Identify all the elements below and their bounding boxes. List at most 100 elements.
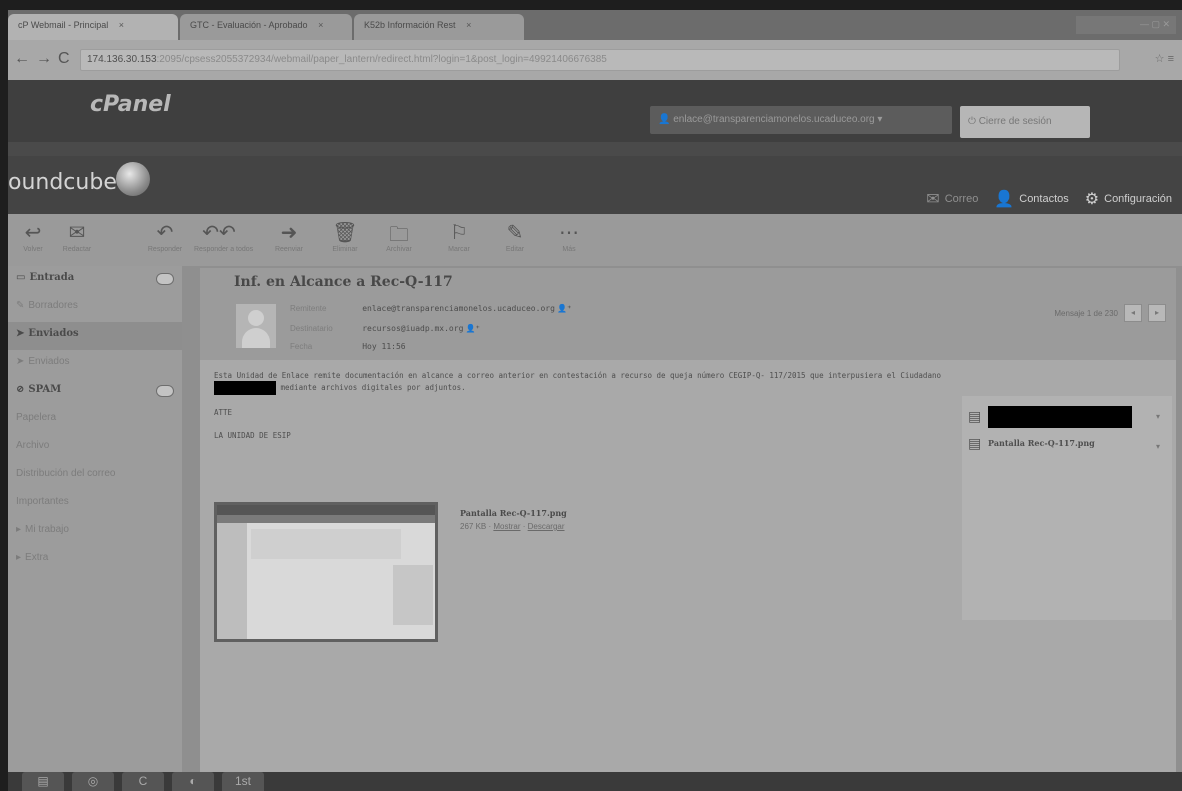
reply-button[interactable]: ↶ Responder [140, 220, 190, 253]
browser-tab-evaluacion[interactable]: GTC - Evaluación - Aprobado × [180, 14, 352, 40]
folder-work[interactable]: ▸ Mi trabajo [8, 518, 182, 546]
edit-button[interactable]: ✎ Editar [490, 220, 540, 253]
pencil-icon: ✎ [506, 222, 524, 244]
reply-icon: ↶ [156, 222, 174, 244]
taskbar-chrome-icon[interactable]: C [122, 772, 164, 791]
url-host: 174.136.30.153 [87, 54, 157, 65]
window-controls[interactable]: — ▢ ✕ [1076, 16, 1176, 34]
header-date: Fecha Hoy 11:56 [290, 342, 406, 351]
folder-icon: ▸ [16, 552, 22, 563]
folder-sent[interactable]: ➤ Enviados [8, 322, 182, 350]
sent-icon: ➤ [16, 328, 25, 339]
body-text: mediante archivos digitales por adjuntos… [280, 383, 466, 392]
star-icon[interactable]: ☆ ≡ [1155, 52, 1174, 65]
folder-distribution[interactable]: Distribución del correo [8, 462, 182, 490]
folder-label: SPAM [28, 384, 62, 395]
inline-attachment-size: 267 KB [460, 522, 487, 531]
taskbar-media-icon[interactable]: ◎ [72, 772, 114, 791]
attachment-item[interactable]: ▤ Pantalla Rec-Q-117.png ▾ [968, 436, 1164, 462]
folder-spam[interactable]: ⊘ SPAM [8, 378, 182, 406]
date-label: Fecha [290, 342, 313, 351]
folder-archive[interactable]: Archivo [8, 434, 182, 462]
screen: cP Webmail - Principal × GTC - Evaluació… [8, 10, 1182, 791]
download-attachment-link[interactable]: Descargar [528, 522, 565, 531]
sender-avatar [236, 304, 276, 348]
folder-label: Importantes [16, 496, 69, 507]
logout-button[interactable]: ⏻ Cierre de sesión [960, 106, 1090, 138]
from-label: Remitente [290, 304, 327, 313]
folder-label: Extra [25, 552, 49, 563]
show-attachment-link[interactable]: Mostrar [493, 522, 520, 531]
cpanel-logo[interactable]: cPanel [90, 92, 171, 117]
archive-button[interactable]: 🗀 Archivar [374, 220, 424, 253]
reload-icon[interactable]: C [58, 50, 70, 68]
redaction-box [214, 381, 276, 395]
address-bar: ← → C 174.136.30.153:2095/cpsess20553729… [8, 40, 1182, 80]
reply-all-button[interactable]: ↶↶ Responder a todos [194, 220, 253, 253]
forward-icon[interactable]: → [36, 50, 52, 68]
folder-extra[interactable]: ▸ Extra [8, 546, 182, 574]
message-header: Inf. en Alcance a Rec-Q-117 Remitente en… [200, 268, 1176, 360]
delete-button[interactable]: 🗑 Eliminar [320, 220, 370, 253]
forward-mail-icon: ➜ [280, 222, 298, 244]
folder-icon: ▸ [16, 524, 22, 535]
unread-badge [156, 273, 174, 285]
url-input[interactable]: 174.136.30.153:2095/cpsess2055372934/web… [80, 49, 1120, 71]
folder-inbox[interactable]: ▭ Entrada [8, 266, 182, 294]
pencil-icon: ✎ [16, 300, 25, 311]
nav-mail[interactable]: ✉ Correo [926, 189, 978, 209]
prev-message-button[interactable]: ◂ [1124, 304, 1142, 322]
folder-label: Enviados [28, 356, 70, 367]
body-text: 117/2015 que interpusiera el Ciudadano [769, 371, 941, 380]
folder-trash[interactable]: Papelera [8, 406, 182, 434]
file-icon: ▤ [968, 409, 982, 425]
from-value[interactable]: enlace@transparenciamonelos.ucaduceo.org [362, 304, 555, 313]
tool-label: Archivar [386, 246, 412, 253]
to-value[interactable]: recursos@iuadp.mx.org [362, 324, 463, 333]
inbox-icon: ▭ [16, 272, 26, 283]
back-button[interactable]: ↩ Volver [8, 220, 58, 253]
folder-important[interactable]: Importantes [8, 490, 182, 518]
next-message-button[interactable]: ▸ [1148, 304, 1166, 322]
chevron-down-icon[interactable]: ▾ [1156, 412, 1160, 421]
nav-contacts[interactable]: 👤 Contactos [994, 189, 1068, 209]
taskbar-app-icon[interactable]: 1st [222, 772, 264, 791]
roundcube-logo[interactable]: oundcube [8, 170, 117, 195]
nav-settings-label: Configuración [1104, 193, 1172, 205]
mark-button[interactable]: ⚐ Marcar [434, 220, 484, 253]
compose-button[interactable]: ✉ Redactar [52, 220, 102, 253]
back-icon[interactable]: ← [14, 50, 30, 68]
more-button[interactable]: ⋯ Más [544, 220, 594, 253]
thumb-pane [393, 565, 433, 625]
trash-icon: 🗑 [332, 222, 358, 244]
folder-drafts[interactable]: ✎ Borradores [8, 294, 182, 322]
close-icon[interactable]: × [119, 20, 124, 30]
attachment-item[interactable]: ▤ ██████████████ ▾ [968, 406, 1164, 432]
folder-sent-2[interactable]: ➤ Enviados [8, 350, 182, 378]
mail-icon: ✉ [926, 191, 940, 208]
user-menu[interactable]: 👤 enlace@transparenciamonelos.ucaduceo.o… [650, 106, 952, 134]
tool-label: Responder [147, 246, 183, 253]
taskbar-files-icon[interactable]: ▤ [22, 772, 64, 791]
tool-label: Editar [505, 246, 525, 253]
attachment-thumbnail[interactable] [214, 502, 438, 642]
sent-icon: ➤ [16, 356, 25, 367]
header-to: Destinatario recursos@iuadp.mx.org 👤⁺ [290, 324, 480, 333]
unread-badge [156, 385, 174, 397]
browser-tab-informacion[interactable]: K52b Información Rest × [354, 14, 524, 40]
tab-label: K52b Información Rest [364, 20, 456, 30]
body-signature: LA UNIDAD DE ESIP [214, 431, 291, 440]
forward-button[interactable]: ➜ Reenviar [264, 220, 314, 253]
add-contact-icon[interactable]: 👤⁺ [466, 324, 480, 333]
roundcube-logo-icon [116, 162, 150, 196]
close-icon[interactable]: × [318, 20, 323, 30]
browser-tab-webmail[interactable]: cP Webmail - Principal × [8, 14, 178, 40]
add-contact-icon[interactable]: 👤⁺ [557, 304, 571, 313]
nav-settings[interactable]: ⚙ Configuración [1085, 189, 1172, 209]
flag-icon: ⚐ [450, 222, 468, 244]
logout-icon: ⏻ [968, 116, 976, 127]
taskbar-app-icon[interactable]: ◐ [172, 772, 214, 791]
header-from: Remitente enlace@transparenciamonelos.uc… [290, 304, 571, 313]
chevron-down-icon[interactable]: ▾ [1156, 442, 1160, 451]
close-icon[interactable]: × [466, 20, 471, 30]
